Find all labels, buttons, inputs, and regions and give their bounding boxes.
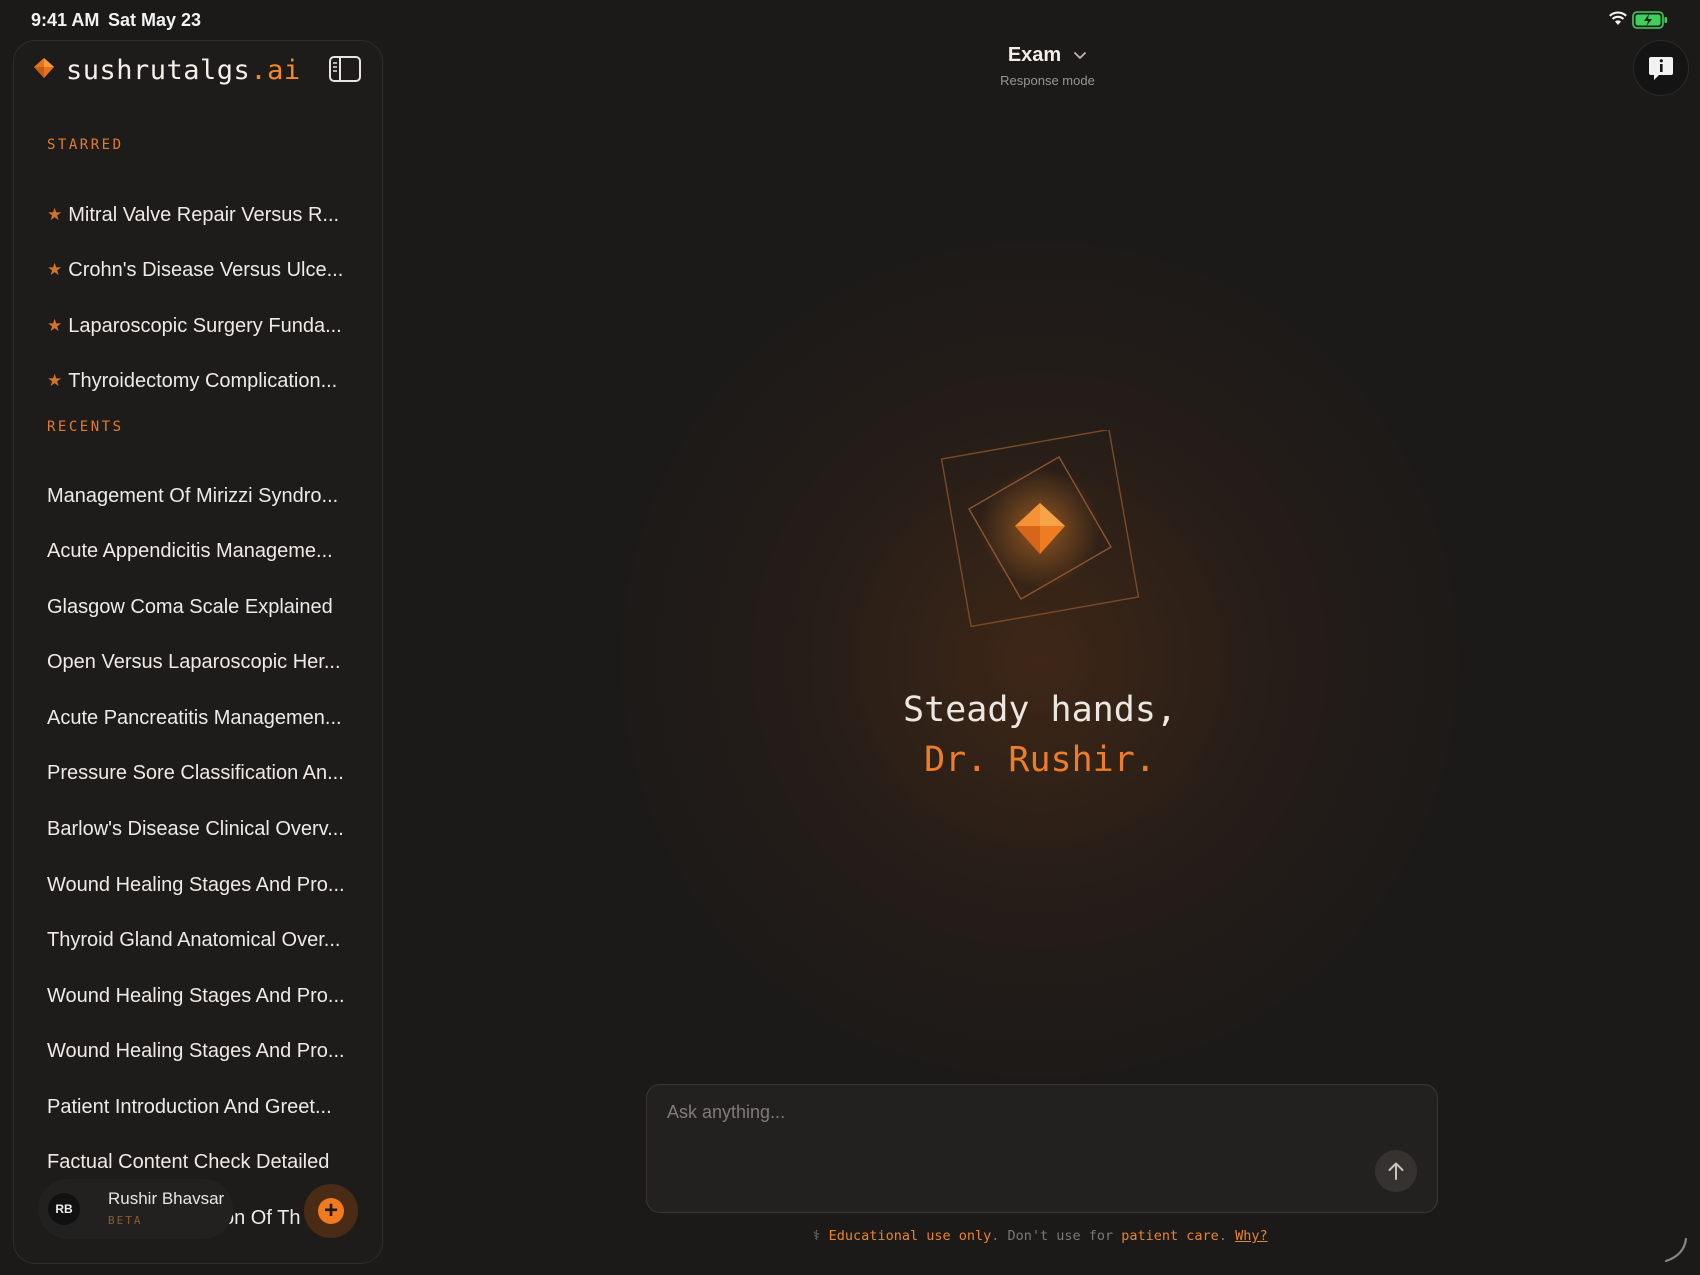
recent-item[interactable]: Barlow's Disease Clinical Overv... xyxy=(47,809,367,849)
sidebar-toggle-icon xyxy=(329,56,361,82)
mode-title: Exam xyxy=(1007,44,1062,66)
disclaimer: ⚕ Educational use only. Don't use for pa… xyxy=(812,1228,1268,1244)
background-glow xyxy=(540,160,1540,1160)
star-icon: ★ xyxy=(47,205,63,224)
recent-item[interactable]: Acute Appendicitis Manageme... xyxy=(47,531,367,571)
send-button[interactable] xyxy=(1375,1150,1417,1192)
sidebar-toggle-button[interactable] xyxy=(328,55,362,83)
recent-item[interactable]: Open Versus Laparoscopic Her... xyxy=(47,642,367,682)
avatar: RB xyxy=(48,1193,80,1225)
recent-item[interactable]: Patient Introduction And Greet... xyxy=(47,1087,367,1127)
response-mode-selector[interactable]: Exam Response mode xyxy=(970,44,1125,88)
recent-item[interactable]: Factual Content Check Detailed xyxy=(47,1142,367,1182)
chat-input[interactable] xyxy=(665,1101,1369,1124)
plus-icon: + xyxy=(318,1198,344,1224)
arrow-up-icon xyxy=(1388,1162,1404,1180)
brand-logo[interactable]: sushrutalgs.ai xyxy=(32,55,301,86)
greeting-line-1: Steady hands, xyxy=(903,690,1177,730)
chevron-down-icon xyxy=(1074,51,1087,60)
sidebar: sushrutalgs.ai STARRED ★ Mitral Valve Rep… xyxy=(13,40,383,1264)
recent-item[interactable]: Wound Healing Stages And Pro... xyxy=(47,1031,367,1071)
why-link[interactable]: Why? xyxy=(1235,1228,1268,1244)
user-profile-chip[interactable]: RB Rushir Bhavsar BETA xyxy=(38,1179,233,1239)
status-date: Sat May 23 xyxy=(108,10,202,30)
user-name: Rushir Bhavsar xyxy=(108,1189,225,1208)
diamond-logo-icon xyxy=(32,56,56,85)
starred-section-label: STARRED xyxy=(47,137,124,153)
recent-item[interactable]: Acute Pancreatitis Managemen... xyxy=(47,698,367,738)
starred-item[interactable]: ★ Thyroidectomy Complication... xyxy=(47,361,367,401)
recent-item[interactable]: Glasgow Coma Scale Explained xyxy=(47,587,367,627)
status-time: 9:41 AM xyxy=(31,10,100,30)
battery-charging-icon xyxy=(1632,11,1668,34)
recent-item[interactable]: Wound Healing Stages And Pro... xyxy=(47,976,367,1016)
brand-name: sushrutalgs.ai xyxy=(66,55,301,86)
starred-item[interactable]: ★ Laparoscopic Surgery Funda... xyxy=(47,306,367,346)
starred-item[interactable]: ★ Mitral Valve Repair Versus R... xyxy=(47,195,367,235)
star-icon: ★ xyxy=(47,260,63,279)
info-chat-icon xyxy=(1649,57,1673,80)
resize-arc-icon xyxy=(1664,1237,1688,1263)
recents-section-label: RECENTS xyxy=(47,419,124,435)
new-chat-button[interactable]: + xyxy=(304,1184,358,1238)
caduceus-icon: ⚕ xyxy=(812,1228,821,1244)
recent-item[interactable]: Pressure Sore Classification An... xyxy=(47,753,367,793)
recent-item[interactable]: Thyroid Gland Anatomical Over... xyxy=(47,1253,367,1264)
wifi-icon xyxy=(1608,10,1628,31)
recent-item[interactable]: Management Of Mirizzi Syndro... xyxy=(47,476,367,516)
beta-badge: BETA xyxy=(108,1214,143,1227)
recent-item[interactable]: Thyroid Gland Anatomical Over... xyxy=(47,920,367,960)
star-icon: ★ xyxy=(47,316,63,335)
mode-subtitle: Response mode xyxy=(1000,73,1095,88)
info-button[interactable] xyxy=(1633,40,1689,96)
greeting-line-2: Dr. Rushir. xyxy=(924,740,1156,780)
recent-item[interactable]: Wound Healing Stages And Pro... xyxy=(47,865,367,905)
starred-item[interactable]: ★ Crohn's Disease Versus Ulce... xyxy=(47,250,367,290)
message-composer xyxy=(646,1084,1438,1213)
star-icon: ★ xyxy=(47,371,63,390)
diamond-emblem-icon xyxy=(940,430,1140,628)
